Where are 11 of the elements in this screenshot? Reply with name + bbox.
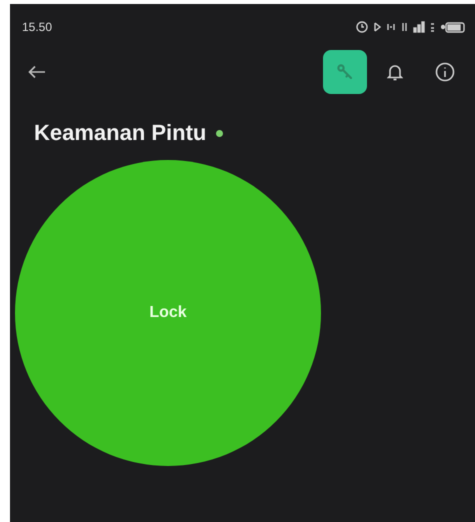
alarm-icon xyxy=(356,20,368,34)
page-title: Keamanan Pintu xyxy=(34,120,206,146)
key-icon xyxy=(336,63,354,81)
bell-icon xyxy=(387,63,403,81)
back-icon[interactable] xyxy=(28,65,46,79)
battery-icon xyxy=(441,20,465,34)
lock-button[interactable]: Lock xyxy=(15,160,321,466)
info-icon xyxy=(435,62,455,82)
status-time: 15.50 xyxy=(22,20,52,34)
key-button[interactable] xyxy=(323,50,367,94)
signal-icon xyxy=(413,20,425,34)
